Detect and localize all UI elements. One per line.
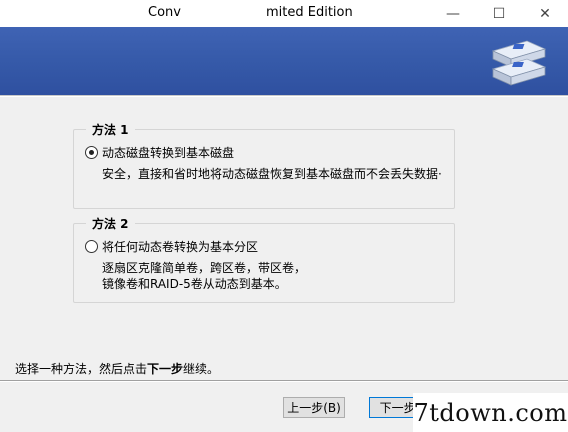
method-1-option[interactable]: 动态磁盘转换到基本磁盘: [85, 144, 234, 161]
wizard-content: 方法 1 动态磁盘转换到基本磁盘 安全，直接和省时地将动态磁盘恢复到基本磁盘而不…: [0, 97, 568, 432]
minimize-button[interactable]: —: [430, 0, 476, 27]
close-button[interactable]: ✕: [522, 0, 568, 27]
method-1-label[interactable]: 动态磁盘转换到基本磁盘: [102, 144, 234, 161]
method-2-label[interactable]: 将任何动态卷转换为基本分区: [102, 238, 258, 255]
maximize-icon: ☐: [492, 5, 506, 22]
radio-selected-icon[interactable]: [85, 146, 98, 159]
wizard-banner: [0, 27, 568, 96]
method-2-group: 方法 2 将任何动态卷转换为基本分区 逐扇区克隆简单卷，跨区卷，带区卷，镜像卷和…: [73, 215, 455, 303]
method-1-legend: 方法 1: [86, 121, 135, 138]
back-button[interactable]: 上一步(B): [283, 397, 345, 418]
instruction-bold: 下一步: [147, 362, 184, 376]
method-1-group: 方法 1 动态磁盘转换到基本磁盘 安全，直接和省时地将动态磁盘恢复到基本磁盘而不…: [73, 121, 455, 209]
method-2-option[interactable]: 将任何动态卷转换为基本分区: [85, 238, 258, 255]
watermark-text: 7tdown.com: [413, 398, 568, 427]
close-icon: ✕: [539, 5, 551, 22]
method-2-description: 逐扇区克隆简单卷，跨区卷，带区卷，镜像卷和RAID-5卷从动态到基本。: [102, 261, 307, 291]
instruction-text: 选择一种方法，然后点击下一步继续。: [15, 360, 219, 377]
radio-unselected-icon[interactable]: [85, 240, 98, 253]
window-title-part2: mited Edition: [266, 5, 353, 20]
title-bar: Conv mited Edition — ☐ ✕: [0, 0, 568, 27]
method-2-legend: 方法 2: [86, 215, 135, 232]
minimize-icon: —: [446, 5, 460, 22]
method-1-description: 安全，直接和省时地将动态磁盘恢复到基本磁盘而不会丢失数据·: [102, 167, 442, 181]
footer-separator: [0, 380, 568, 382]
instruction-suffix: 继续。: [183, 362, 220, 376]
instruction-prefix: 选择一种方法，然后点击: [15, 362, 148, 376]
site-watermark: 7tdown.com: [413, 393, 568, 432]
disk-drives-icon: [491, 40, 547, 86]
window-title-part1: Conv: [148, 5, 181, 20]
maximize-button[interactable]: ☐: [476, 0, 522, 27]
